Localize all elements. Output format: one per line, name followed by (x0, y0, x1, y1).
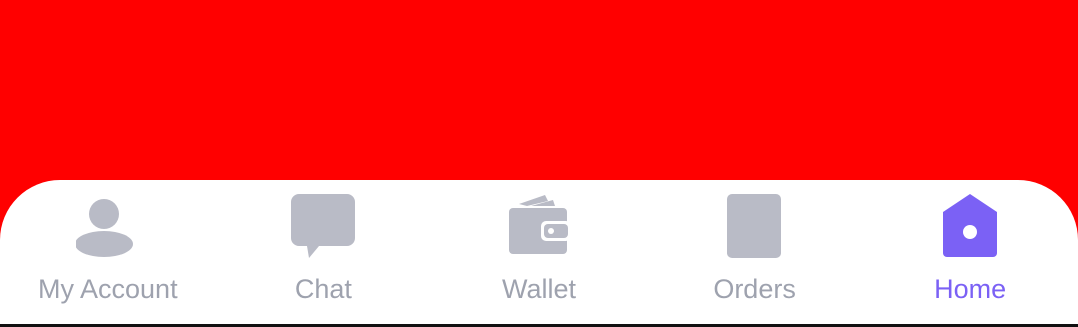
chat-bubble-icon (291, 194, 356, 258)
nav-label-orders: Orders (713, 274, 796, 304)
app-screen: My Account Chat Wallet Orders Home (0, 0, 1078, 327)
nav-label-chat: Chat (294, 274, 352, 304)
person-icon (75, 194, 140, 258)
nav-item-home[interactable]: Home (863, 180, 1078, 324)
orders-icon (723, 194, 787, 258)
nav-label-my-account: My Account (38, 274, 178, 304)
wallet-icon (507, 194, 571, 258)
nav-item-orders[interactable]: Orders (647, 180, 862, 324)
bottom-navigation-bar: My Account Chat Wallet Orders Home (0, 180, 1078, 324)
nav-item-chat[interactable]: Chat (216, 180, 431, 324)
nav-item-wallet[interactable]: Wallet (431, 180, 646, 324)
nav-label-wallet: Wallet (501, 274, 576, 304)
home-icon (938, 194, 1002, 258)
nav-item-my-account[interactable]: My Account (0, 180, 215, 324)
nav-label-home: Home (934, 274, 1007, 304)
